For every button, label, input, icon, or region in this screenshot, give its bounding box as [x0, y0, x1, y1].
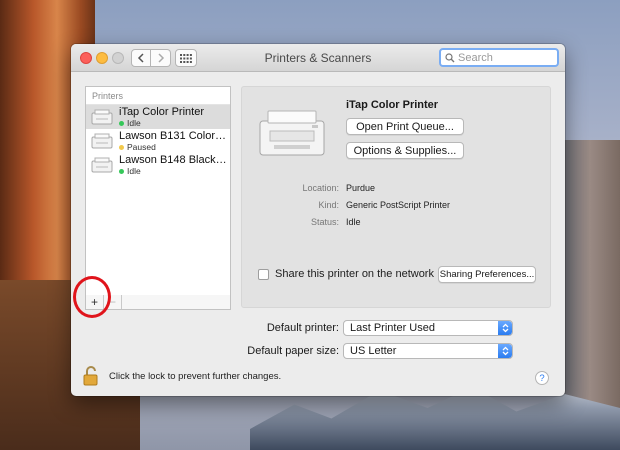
status-dot-icon — [119, 120, 124, 126]
search-field[interactable] — [439, 48, 559, 67]
default-printer-value: Last Printer Used — [350, 322, 435, 334]
printer-list-item[interactable]: iTap Color Printer Idle — [86, 105, 230, 129]
options-supplies-button[interactable]: Options & Supplies... — [346, 142, 464, 159]
location-value: Purdue — [346, 183, 376, 193]
search-icon — [445, 52, 455, 62]
printer-detail-panel: iTap Color Printer Open Print Queue... O… — [241, 86, 551, 308]
printer-name: iTap Color Printer — [119, 106, 204, 118]
popup-arrows-icon — [498, 344, 512, 358]
share-printer-label: Share this printer on the network — [275, 268, 434, 280]
status-dot-icon — [119, 144, 124, 150]
default-paper-label: Default paper size: — [247, 345, 339, 357]
search-input[interactable] — [458, 51, 550, 64]
unlocked-padlock-icon[interactable] — [83, 366, 99, 386]
popup-arrows-icon — [498, 321, 512, 335]
default-paper-row: Default paper size: US Letter — [149, 343, 513, 359]
status-dot-icon — [119, 168, 124, 174]
default-printer-row: Default printer: Last Printer Used — [149, 320, 513, 336]
lock-message: Click the lock to prevent further change… — [109, 370, 282, 382]
lock-row: Click the lock to prevent further change… — [83, 366, 281, 386]
default-paper-select[interactable]: US Letter — [343, 343, 513, 359]
status-label: Status: — [310, 217, 339, 227]
printer-status: Idle — [119, 166, 229, 176]
printer-list: Printers iTap Color Printer Idle Lawson … — [85, 86, 231, 296]
help-button[interactable]: ? — [535, 371, 549, 385]
open-print-queue-button[interactable]: Open Print Queue... — [346, 118, 464, 135]
default-paper-value: US Letter — [350, 345, 397, 357]
share-printer-checkbox[interactable] — [258, 268, 269, 280]
printer-status-text: Paused — [127, 142, 156, 152]
status-value: Idle — [346, 217, 361, 227]
printer-name: Lawson B131 Color Pri... — [119, 130, 229, 142]
printer-large-icon — [259, 110, 325, 156]
printer-status-text: Idle — [127, 166, 141, 176]
printer-status: Idle — [119, 118, 229, 128]
sharing-preferences-button[interactable]: Sharing Preferences... — [438, 266, 536, 283]
printer-icon — [91, 109, 113, 125]
selected-printer-name: iTap Color Printer — [346, 99, 439, 111]
printer-list-item[interactable]: Lawson B148 Black an... Idle — [86, 153, 230, 177]
default-printer-label: Default printer: — [266, 322, 339, 334]
kind-value: Generic PostScript Printer — [346, 200, 451, 210]
location-label: Location: — [302, 183, 339, 193]
title-bar: Printers & Scanners — [71, 44, 565, 72]
printer-list-item[interactable]: Lawson B131 Color Pri... Paused — [86, 129, 230, 153]
printer-status: Paused — [119, 142, 229, 152]
kind-label: Kind: — [318, 200, 339, 210]
share-printer-row: Share this printer on the network — [258, 268, 434, 280]
default-printer-select[interactable]: Last Printer Used — [343, 320, 513, 336]
annotation-circle — [73, 276, 111, 318]
printer-icon — [91, 157, 113, 173]
printer-status-text: Idle — [127, 118, 141, 128]
printers-scanners-window: Printers & Scanners Printers iTap Color … — [71, 44, 565, 396]
printer-icon — [91, 133, 113, 149]
printer-name: Lawson B148 Black an... — [119, 154, 229, 166]
printer-list-header: Printers — [86, 87, 230, 105]
